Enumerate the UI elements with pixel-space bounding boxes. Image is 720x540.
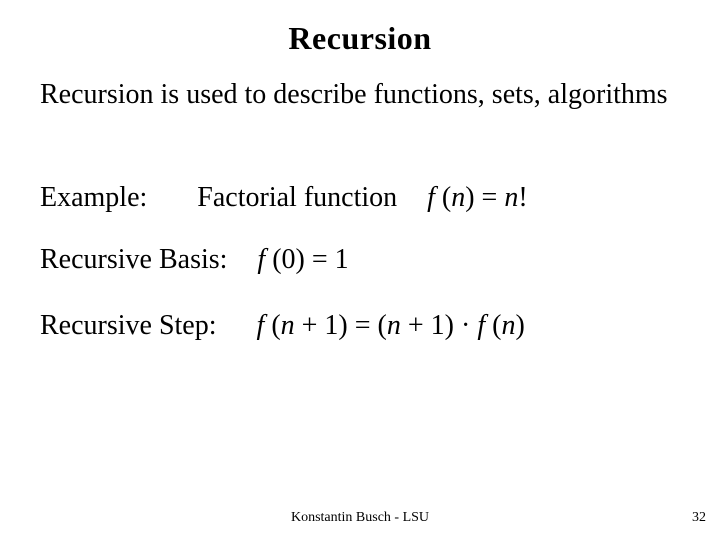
slide-title: Recursion: [40, 20, 680, 57]
page-number: 32: [692, 510, 706, 526]
step-row: Recursive Step: f (n + 1) = (n + 1) · f …: [40, 310, 680, 342]
example-text: Factorial function: [197, 182, 397, 214]
basis-label: Recursive Basis:: [40, 244, 227, 276]
example-formula: f (n) = n!: [427, 182, 528, 214]
step-label: Recursive Step:: [40, 310, 217, 342]
example-row: Example: Factorial function f (n) = n!: [40, 182, 680, 214]
step-formula: f (n + 1) = (n + 1) · f (n): [257, 310, 525, 342]
intro-text: Recursion is used to describe functions,…: [40, 77, 680, 112]
basis-row: Recursive Basis: f (0) = 1: [40, 244, 680, 276]
example-label: Example:: [40, 182, 147, 214]
basis-formula: f (0) = 1: [257, 244, 348, 276]
slide: Recursion Recursion is used to describe …: [0, 0, 720, 540]
footer-text: Konstantin Busch - LSU: [0, 510, 720, 526]
